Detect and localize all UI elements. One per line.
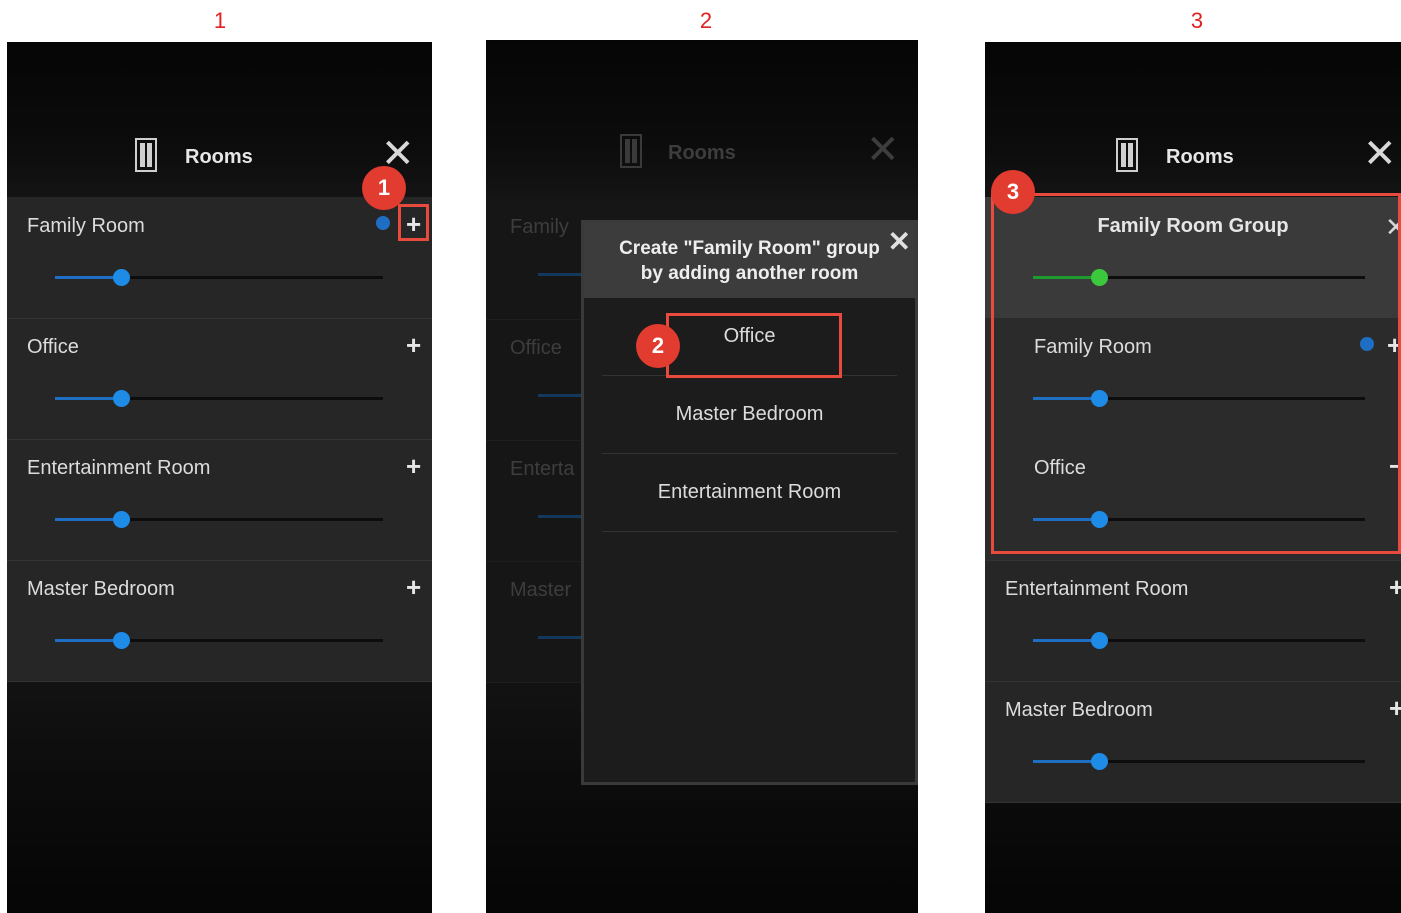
volume-thumb[interactable] [112,390,130,407]
room-option[interactable]: Entertainment Room [602,454,897,532]
screen-step-2: Rooms ✕ Family Office Enterta Master Cre… [486,40,918,913]
room-name: Office [510,337,562,359]
volume-thumb[interactable] [112,632,130,649]
room-name: Master Bedroom [1005,699,1153,721]
room-row: Entertainment Room + [7,439,432,561]
room-name: Master Bedroom [27,578,175,600]
volume-thumb[interactable] [1091,632,1109,649]
room-row: Family Room + [7,197,432,319]
volume-fill [1033,639,1100,642]
volume-fill [55,518,121,521]
step-number-1: 1 [213,8,227,33]
step-number-2: 2 [699,8,713,33]
step-badge: 2 [636,324,680,368]
rooms-header: Rooms ✕ [486,130,918,190]
room-name: Family [510,216,569,238]
room-name: Master [510,579,572,601]
volume-thumb[interactable] [112,269,130,286]
active-indicator [376,216,390,230]
rooms-title: Rooms [1166,146,1234,168]
volume-fill [55,397,121,400]
room-option[interactable]: Master Bedroom [602,376,897,454]
rooms-header: Rooms ✕ [985,132,1401,192]
step-badge: 3 [991,170,1035,214]
room-name: Entertainment Room [1005,578,1189,600]
volume-slider[interactable] [55,511,383,528]
room-name: Family Room [27,215,145,237]
room-row: Entertainment Room + [985,560,1401,682]
room-row: Office + [7,318,432,440]
volume-fill [1033,760,1100,763]
close-icon[interactable]: ✕ [888,225,911,258]
screen-step-1: Rooms ✕ Family Room + Office + Entertain… [7,42,432,913]
room-name: Enterta [510,458,575,480]
room-name: Entertainment Room [27,457,211,479]
highlight-box [398,204,429,241]
room-name: Office [27,336,79,358]
volume-slider[interactable] [55,269,383,286]
add-group-button[interactable]: + [1389,574,1401,600]
volume-thumb[interactable] [112,511,130,528]
highlight-box [666,313,842,378]
screen-step-3: Rooms ✕ Family Room Group ✕ Family Room … [985,42,1401,913]
room-list: Family Room + Office + Entertainment Roo… [7,197,432,682]
volume-slider[interactable] [55,390,383,407]
rooms-title: Rooms [185,146,253,168]
volume-slider[interactable] [1033,753,1365,770]
speaker-icon [620,134,642,168]
speaker-icon [1116,138,1138,172]
speaker-icon [135,138,157,172]
step-number-3: 3 [1190,8,1204,33]
volume-fill [55,639,121,642]
add-group-button[interactable]: + [1389,695,1401,721]
volume-slider[interactable] [1033,632,1365,649]
highlight-box [991,193,1401,554]
add-group-button[interactable]: + [406,453,421,479]
room-row: Master Bedroom + [7,560,432,682]
dialog-title-line2: by adding another room [640,263,859,284]
volume-fill [55,276,121,279]
add-group-button[interactable]: + [406,574,421,600]
dialog-header: Create "Family Room" group by adding ano… [584,223,915,298]
close-icon[interactable]: ✕ [866,130,900,170]
volume-thumb[interactable] [1091,753,1109,770]
create-group-dialog: Create "Family Room" group by adding ano… [581,220,918,785]
volume-slider[interactable] [55,632,383,649]
step-badge: 1 [362,166,406,210]
close-icon[interactable]: ✕ [1363,134,1397,174]
room-row: Master Bedroom + [985,681,1401,803]
rooms-title: Rooms [668,142,736,164]
add-group-button[interactable]: + [406,332,421,358]
dialog-title-line1: Create "Family Room" group [619,238,880,259]
